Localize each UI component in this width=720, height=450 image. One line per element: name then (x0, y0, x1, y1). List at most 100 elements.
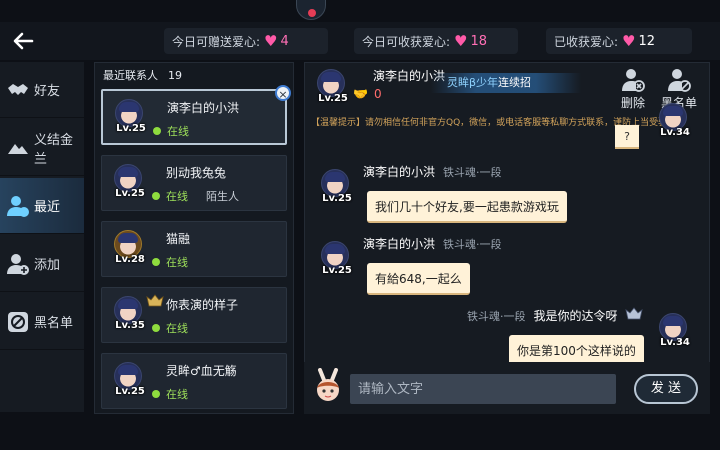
add-user-icon (7, 253, 29, 275)
avatar: Lv.25 (110, 164, 146, 204)
contact-name: 灵眸♂血无觞 (166, 364, 237, 378)
online-status: 在线 (153, 123, 189, 139)
level-badge: Lv.28 (115, 254, 145, 265)
side-nav: 好友 义结金兰 最近 添加 黑名单 (0, 62, 84, 412)
emoji-mascot-icon[interactable] (312, 368, 344, 406)
online-dot-icon (152, 390, 160, 398)
level-badge: Lv.25 (115, 386, 145, 397)
level-badge: Lv.34 (660, 337, 690, 348)
sender-rank: 铁斗魂·一段 (443, 238, 502, 251)
sender-rank: 铁斗魂·一段 (467, 310, 526, 323)
chat-header: Lv.25 演李白的小洪 🤝 0 灵眸β少年连续招 删除 黑名单 (305, 63, 709, 111)
contacts-header: 最近联系人 19 (103, 67, 182, 83)
nav-item-label: 最近 (34, 200, 61, 215)
stat-label: 今日可赠送爱心: (172, 34, 261, 49)
handshake-icon (8, 83, 28, 95)
contact-card[interactable]: Lv.25 演李白的小洪 在线 (101, 89, 287, 145)
close-icon[interactable]: × (275, 85, 291, 101)
stat-received: 已收获爱心: ♥ 12 (546, 28, 692, 54)
contact-card[interactable]: Lv.35 你表演的样子 在线 (101, 287, 287, 343)
delete-label: 删除 (620, 96, 645, 110)
rank-emblem-icon (625, 307, 643, 320)
level-badge: Lv.25 (318, 93, 348, 104)
top-avatar (296, 0, 326, 20)
chat-input-bar: 发 送 (304, 362, 710, 414)
message-bubble: ? (615, 125, 639, 149)
status-text: 在线 (166, 322, 188, 335)
status-text: 在线 (166, 256, 188, 269)
avatar: Lv.28 (110, 230, 146, 270)
message-bubble: 有給648,一起么 (367, 263, 470, 295)
contact-name: 演李白的小洪 (167, 101, 240, 115)
friends-chat-screen: 今日可赠送爱心: ♥ 4 今日可收获爱心: ♥ 18 已收获爱心: ♥ 12 好… (0, 0, 720, 450)
broadcast-marquee: 灵眸β少年连续招 (431, 73, 581, 93)
nav-item-recent[interactable]: 最近 (0, 178, 84, 234)
online-dot-icon (152, 258, 160, 266)
online-dot-icon (152, 324, 160, 332)
online-dot-icon (152, 192, 160, 200)
avatar: Lv.25 (110, 362, 146, 402)
stat-value: 4 (280, 33, 289, 49)
my-avatar: Lv.34 (655, 313, 691, 353)
contact-name: 别动我兔兔 (166, 166, 227, 180)
nav-item-friends[interactable]: 好友 (0, 62, 84, 118)
sender-name: 演李白的小洪 (363, 237, 436, 251)
delete-friend-button[interactable]: 删除 (611, 67, 655, 111)
status-text: 在线 (166, 190, 188, 203)
online-status: 在线 (152, 254, 188, 270)
status-text: 在线 (166, 388, 188, 401)
blacklist-icon (668, 69, 691, 92)
partner-avatar: Lv.25 (317, 169, 353, 209)
my-avatar: Lv.34 (655, 103, 691, 143)
stat-can-receive: 今日可收获爱心: ♥ 18 (354, 28, 518, 54)
stat-value: 12 (638, 33, 656, 49)
message-sender: 演李白的小洪 铁斗魂·一段 (363, 235, 502, 252)
level-badge: Lv.35 (115, 320, 145, 331)
contact-card[interactable]: Lv.25 灵眸♂血无觞 在线 (101, 353, 287, 409)
level-badge: Lv.25 (322, 265, 352, 276)
nav-item-label: 义结金兰 (34, 132, 74, 167)
back-arrow-icon[interactable] (10, 28, 36, 54)
contact-name: 你表演的样子 (166, 298, 239, 312)
partner-avatar: Lv.25 (317, 241, 353, 281)
stat-can-give: 今日可赠送爱心: ♥ 4 (164, 28, 328, 54)
online-status: 在线 (152, 386, 188, 402)
rank-emblem-icon (146, 294, 164, 307)
contact-card[interactable]: Lv.25 别动我兔兔 在线 陌生人 (101, 155, 287, 211)
contacts-count: 19 (168, 69, 182, 82)
top-bar: 今日可赠送爱心: ♥ 4 今日可收获爱心: ♥ 18 已收获爱心: ♥ 12 (0, 22, 720, 60)
handshake-icon: 🤝 (353, 87, 368, 101)
heart-icon: ♥ (264, 32, 278, 50)
send-button[interactable]: 发 送 (634, 374, 698, 404)
stranger-tag: 陌生人 (206, 190, 239, 203)
level-badge: Lv.25 (322, 193, 352, 204)
marquee-highlight: 灵眸β少年 (447, 76, 499, 89)
safety-notice: 【温馨提示】请勿相信任何非官方QQ，微信，或电话客服等私聊方式联系，谨防上当受骗… (311, 118, 671, 128)
message-sender: 铁斗魂·一段 我是你的达令呀 (467, 307, 618, 324)
online-dot-icon (153, 127, 161, 135)
avatar: Lv.25 (111, 99, 147, 139)
contact-name: 猫融 (166, 232, 191, 246)
nav-item-alliance[interactable]: 义结金兰 (0, 120, 84, 176)
stat-label: 今日可收获爱心: (362, 34, 451, 49)
blacklist-icon (8, 311, 28, 332)
status-text: 在线 (167, 125, 189, 138)
contact-card[interactable]: Lv.28 猫融 在线 (101, 221, 287, 277)
nav-item-label: 添加 (34, 258, 61, 273)
alliance-icon (8, 143, 28, 154)
nav-item-label: 好友 (34, 84, 61, 99)
level-badge: Lv.34 (660, 127, 690, 138)
message-input[interactable] (350, 374, 616, 404)
contacts-title: 最近联系人 (103, 69, 158, 82)
sender-name: 演李白的小洪 (363, 165, 436, 179)
level-badge: Lv.25 (115, 188, 145, 199)
sender-rank: 铁斗魂·一段 (443, 166, 502, 179)
heart-icon: ♥ (622, 32, 636, 50)
intimacy: 🤝 0 (353, 87, 382, 101)
nav-item-add[interactable]: 添加 (0, 236, 84, 292)
nav-item-blacklist[interactable]: 黑名单 (0, 294, 84, 350)
intimacy-value: 0 (373, 87, 382, 101)
sender-name: 我是你的达令呀 (533, 309, 618, 323)
recent-user-icon (7, 195, 29, 217)
message-sender: 演李白的小洪 铁斗魂·一段 (363, 163, 502, 180)
